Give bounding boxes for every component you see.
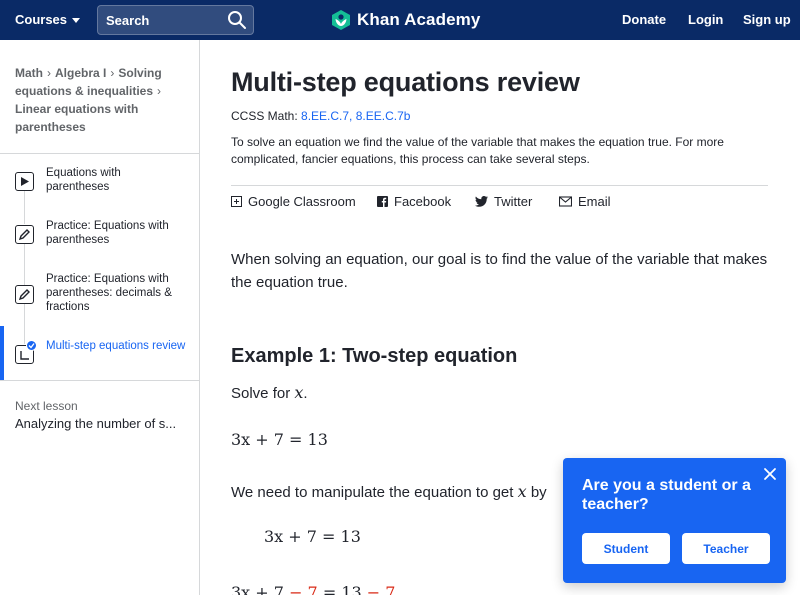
sidebar-item-label: Practice: Equations with parentheses: de… — [46, 273, 172, 313]
google-classroom-icon — [231, 196, 242, 207]
role-selection-popup: Are you a student or a teacher? Student … — [563, 458, 786, 583]
content-divider — [231, 185, 768, 186]
signup-link[interactable]: Sign up — [743, 12, 791, 27]
top-navigation-bar: Courses Search Khan Academy Donate Login… — [0, 0, 800, 40]
chevron-down-icon — [72, 17, 81, 23]
eq-minus-right: − 7 — [366, 583, 396, 595]
sidebar-item-practice-1[interactable]: Practice: Equations with parentheses — [0, 219, 199, 259]
pencil-icon — [15, 225, 34, 244]
email-share-button[interactable]: Email — [559, 194, 611, 209]
breadcrumb-separator-icon: › — [47, 66, 51, 80]
solve-text: Solve for — [231, 385, 291, 402]
sidebar-divider — [0, 380, 199, 381]
check-icon — [26, 340, 37, 351]
lesson-sidebar: Math › Algebra I › Solving equations & inequ… — [0, 40, 200, 595]
facebook-icon — [377, 196, 388, 207]
equation-display: 3x + 7 = 13 — [231, 430, 328, 449]
equation-display-step: 3x + 7 = 13 — [264, 527, 361, 546]
eq-left: 3x + 7 — [231, 583, 284, 595]
breadcrumb-separator-icon: › — [110, 66, 115, 80]
teacher-button[interactable]: Teacher — [682, 533, 770, 564]
search-icon — [228, 11, 246, 29]
sidebar-item-practice-2[interactable]: Practice: Equations with parentheses: de… — [0, 272, 199, 322]
manip-text: We need to manipulate the equation to ge… — [231, 484, 514, 501]
page-title: Multi-step equations review — [231, 67, 580, 97]
breadcrumb-item-linear[interactable]: Linear equations with parentheses — [15, 102, 138, 134]
twitter-label: Twitter — [494, 194, 533, 209]
facebook-share-button[interactable]: Facebook — [377, 194, 451, 209]
sidebar-divider — [0, 153, 199, 154]
email-label: Email — [578, 194, 611, 209]
student-button[interactable]: Student — [582, 533, 670, 564]
play-icon — [15, 172, 34, 191]
breadcrumb-separator-icon: › — [157, 84, 162, 98]
solve-instruction: Solve for x. — [231, 383, 308, 402]
courses-label: Courses — [15, 12, 68, 27]
next-lesson-link[interactable]: Analyzing the number of s... — [15, 416, 176, 431]
manip-tail: by — [530, 484, 547, 501]
search-input[interactable]: Search — [97, 5, 254, 35]
sidebar-item-label: Equations with parentheses — [46, 167, 121, 193]
sidebar-item-article-active[interactable]: Multi-step equations review — [0, 339, 199, 379]
close-icon[interactable] — [762, 466, 778, 482]
sidebar-item-label: Multi-step equations review — [46, 340, 186, 352]
equation-subtract-step: 3x + 7 − 7 = 13 − 7 — [231, 583, 395, 595]
google-classroom-label: Google Classroom — [248, 194, 356, 209]
pencil-icon — [15, 285, 34, 304]
google-classroom-share-button[interactable]: Google Classroom — [231, 194, 356, 209]
sidebar-item-video[interactable]: Equations with parentheses — [0, 166, 199, 206]
article-paragraph: When solving an equation, our goal is to… — [231, 251, 768, 291]
breadcrumb-item-algebra[interactable]: Algebra I — [55, 66, 106, 80]
eq-minus-left: − 7 — [289, 583, 318, 595]
twitter-share-button[interactable]: Twitter — [475, 194, 532, 209]
twitter-icon — [475, 196, 488, 207]
article-intro: To solve an equation we find the value o… — [231, 135, 724, 166]
breadcrumb: Math › Algebra I › Solving equations & inequ… — [15, 64, 191, 136]
ccss-standards: CCSS Math: 8.EE.C.7, 8.EE.C.7b — [231, 109, 410, 123]
breadcrumb-item-math[interactable]: Math — [15, 66, 43, 80]
email-icon — [559, 196, 572, 207]
eq-mid: = 13 — [322, 583, 362, 595]
manipulation-text: We need to manipulate the equation to ge… — [231, 482, 547, 501]
courses-menu-button[interactable]: Courses — [15, 12, 81, 27]
variable-x: x — [517, 482, 527, 501]
khan-leaf-icon — [332, 10, 350, 30]
sidebar-item-label: Practice: Equations with parentheses — [46, 220, 169, 246]
ccss-standards-link[interactable]: 8.EE.C.7, 8.EE.C.7b — [301, 109, 410, 123]
facebook-label: Facebook — [394, 194, 452, 209]
logo-text: Khan Academy — [357, 10, 481, 29]
khan-academy-logo[interactable]: Khan Academy — [331, 9, 480, 31]
search-placeholder: Search — [106, 13, 150, 28]
example-heading: Example 1: Two-step equation — [231, 345, 518, 367]
popup-question: Are you a student or a teacher? — [582, 477, 751, 513]
next-lesson-caption: Next lesson — [15, 399, 78, 413]
login-link[interactable]: Login — [688, 12, 723, 27]
ccss-prefix: CCSS Math: — [231, 109, 298, 123]
donate-link[interactable]: Donate — [622, 12, 666, 27]
